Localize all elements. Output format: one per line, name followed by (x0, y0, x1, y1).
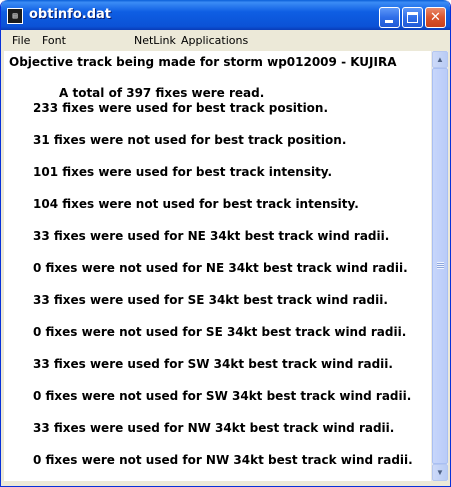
maximize-button[interactable] (402, 7, 423, 28)
vertical-scrollbar[interactable]: ▲ ▼ (431, 51, 448, 481)
menu-item-netlink[interactable]: NetLink (134, 34, 176, 47)
title-bar[interactable]: ▤ obtinfo.dat ✕ (1, 0, 450, 30)
close-icon: ✕ (430, 10, 441, 25)
grip-icon (437, 262, 444, 269)
text-line: 33 fixes were used for SE 34kt best trac… (33, 293, 388, 307)
text-line: 0 fixes were not used for NW 34kt best t… (33, 453, 413, 467)
chevron-up-icon: ▲ (436, 55, 444, 64)
text-line: 0 fixes were not used for SE 34kt best t… (33, 325, 407, 339)
text-line: 101 fixes were used for best track inten… (33, 165, 333, 179)
minimize-icon (385, 20, 393, 23)
chevron-down-icon: ▼ (436, 468, 444, 477)
text-line: 31 fixes were not used for best track po… (33, 133, 347, 147)
minimize-button[interactable] (379, 7, 400, 28)
menu-item-applications[interactable]: Applications (181, 34, 248, 47)
scroll-down-button[interactable]: ▼ (432, 464, 448, 481)
text-line: 104 fixes were not used for best track i… (33, 197, 359, 211)
close-button[interactable]: ✕ (425, 7, 446, 28)
window-title: obtinfo.dat (29, 7, 111, 22)
text-line: 33 fixes were used for SW 34kt best trac… (33, 357, 393, 371)
text-line: 33 fixes were used for NW 34kt best trac… (33, 421, 395, 435)
text-line: A total of 397 fixes were read. (59, 86, 265, 100)
menu-item-file[interactable]: File (12, 34, 30, 47)
scroll-up-button[interactable]: ▲ (432, 51, 448, 68)
text-line: 33 fixes were used for NE 34kt best trac… (33, 229, 390, 243)
application-window: ▤ obtinfo.dat ✕ File Font NetLink Applic… (0, 0, 451, 487)
text-line: 0 fixes were not used for NE 34kt best t… (33, 261, 408, 275)
text-content-area[interactable]: Objective track being made for storm wp0… (4, 51, 431, 481)
maximize-icon (407, 12, 418, 23)
menu-bar: File Font NetLink Applications (1, 30, 450, 50)
app-window-icon[interactable]: ▤ (7, 8, 23, 24)
menu-item-font[interactable]: Font (42, 34, 66, 47)
scrollbar-thumb[interactable] (432, 68, 448, 464)
header-line: Objective track being made for storm wp0… (9, 55, 397, 69)
text-line: 0 fixes were not used for SW 34kt best t… (33, 389, 412, 403)
text-line: 233 fixes were used for best track posit… (33, 101, 329, 115)
